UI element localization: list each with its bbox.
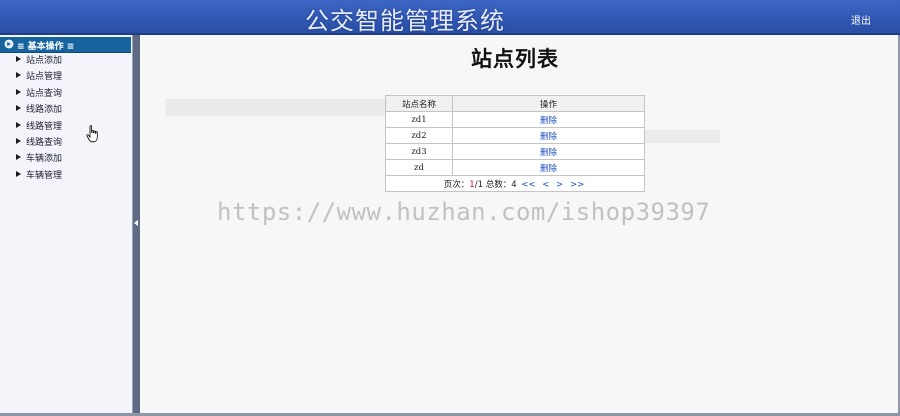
station-name-cell: zd1 xyxy=(385,111,453,128)
delete-link[interactable]: 删除 xyxy=(540,132,557,142)
arrow-right-icon xyxy=(16,88,21,95)
station-name-cell: zd3 xyxy=(385,143,453,160)
sidebar-item-route-manage[interactable]: 线路管理 xyxy=(0,119,132,135)
page-title: 站点列表 xyxy=(471,47,559,71)
total-count: 4 xyxy=(511,179,517,190)
pagination-cell: 页次：1/1 总数：4 << < > >> xyxy=(385,175,645,192)
sidebar-item-label: 站点添加 xyxy=(26,56,63,66)
table-row: zd1 删除 xyxy=(385,111,645,128)
next-page-link[interactable]: > xyxy=(556,180,563,190)
sidebar-item-route-query[interactable]: 线路查询 xyxy=(0,135,132,151)
sidebar-collapse-splitter[interactable] xyxy=(133,35,140,413)
column-header-action: 操作 xyxy=(452,95,645,112)
app-title: 公交智能管理系统 xyxy=(305,7,505,35)
faded-background-strip xyxy=(165,99,385,116)
delete-link[interactable]: 删除 xyxy=(540,164,557,174)
last-page-link[interactable]: >> xyxy=(570,180,584,190)
column-header-station-name: 站点名称 xyxy=(385,95,453,112)
arrow-right-icon xyxy=(16,170,21,177)
sidebar-item-vehicle-manage[interactable]: 车辆管理 xyxy=(0,168,132,184)
sidebar-item-label: 车辆管理 xyxy=(26,170,63,181)
station-name-cell: zd2 xyxy=(385,127,453,144)
arrow-right-icon xyxy=(16,154,21,161)
faded-background-strip xyxy=(645,130,720,143)
prev-page-link[interactable]: < xyxy=(542,180,549,190)
first-page-link[interactable]: << xyxy=(521,180,535,190)
table-row: zd 删除 xyxy=(385,159,645,176)
arrow-right-icon xyxy=(16,121,21,128)
total-pages: /1 xyxy=(474,179,483,190)
menu-group-title: ≡ 基本操作 ≡ xyxy=(17,42,75,52)
expand-toggle-icon xyxy=(4,39,14,49)
table-row: zd2 删除 xyxy=(385,127,645,144)
total-label: 总数： xyxy=(485,179,512,190)
delete-link[interactable]: 删除 xyxy=(540,148,557,158)
sidebar-item-station-query[interactable]: 站点查询 xyxy=(0,86,132,102)
arrow-right-icon xyxy=(16,56,21,62)
pagination-row: 页次：1/1 总数：4 << < > >> xyxy=(385,175,645,192)
sidebar-item-label: 站点查询 xyxy=(26,88,63,99)
sidebar-item-vehicle-add[interactable]: 车辆添加 xyxy=(0,151,132,167)
station-name-cell: zd xyxy=(385,159,453,176)
collapse-arrow-icon xyxy=(134,220,138,226)
logout-link[interactable]: 退出 xyxy=(851,12,871,27)
hand-cursor-icon xyxy=(86,125,98,143)
arrow-right-icon xyxy=(16,105,21,112)
arrow-right-icon xyxy=(16,137,21,144)
sidebar-item-label: 车辆添加 xyxy=(26,154,63,165)
action-cell: 删除 xyxy=(452,159,645,176)
station-table: 站点名称 操作 zd1 删除 zd2 删除 zd3 删除 zd 删除 页次：1/… xyxy=(385,95,645,192)
sidebar: ≡ 基本操作 ≡ 站点添加 站点管理 站点查询 线路添加 线路管理 线路查询 车… xyxy=(0,35,133,413)
action-cell: 删除 xyxy=(452,127,645,144)
sidebar-item-station-manage[interactable]: 站点管理 xyxy=(0,69,132,85)
delete-link[interactable]: 删除 xyxy=(540,116,557,126)
app-header: 公交智能管理系统 退出 xyxy=(0,0,900,35)
sidebar-item-station-add[interactable]: 站点添加 xyxy=(0,53,132,69)
sidebar-item-label: 站点管理 xyxy=(26,72,63,83)
action-cell: 删除 xyxy=(452,143,645,160)
menu-group-header[interactable]: ≡ 基本操作 ≡ xyxy=(0,37,131,53)
sidebar-item-label: 线路查询 xyxy=(26,137,63,148)
page-label: 页次： xyxy=(443,179,470,190)
sidebar-menu: 站点添加 站点管理 站点查询 线路添加 线路管理 线路查询 车辆添加 车辆管理 xyxy=(0,53,132,184)
sidebar-item-label: 线路添加 xyxy=(26,105,63,116)
sidebar-item-route-add[interactable]: 线路添加 xyxy=(0,102,132,118)
action-cell: 删除 xyxy=(452,111,645,128)
watermark-text: https://www.huzhan.com/ishop39397 xyxy=(217,198,711,226)
sidebar-item-label: 线路管理 xyxy=(26,121,63,132)
table-header-row: 站点名称 操作 xyxy=(385,95,645,112)
arrow-right-icon xyxy=(16,72,21,79)
table-row: zd3 删除 xyxy=(385,143,645,160)
